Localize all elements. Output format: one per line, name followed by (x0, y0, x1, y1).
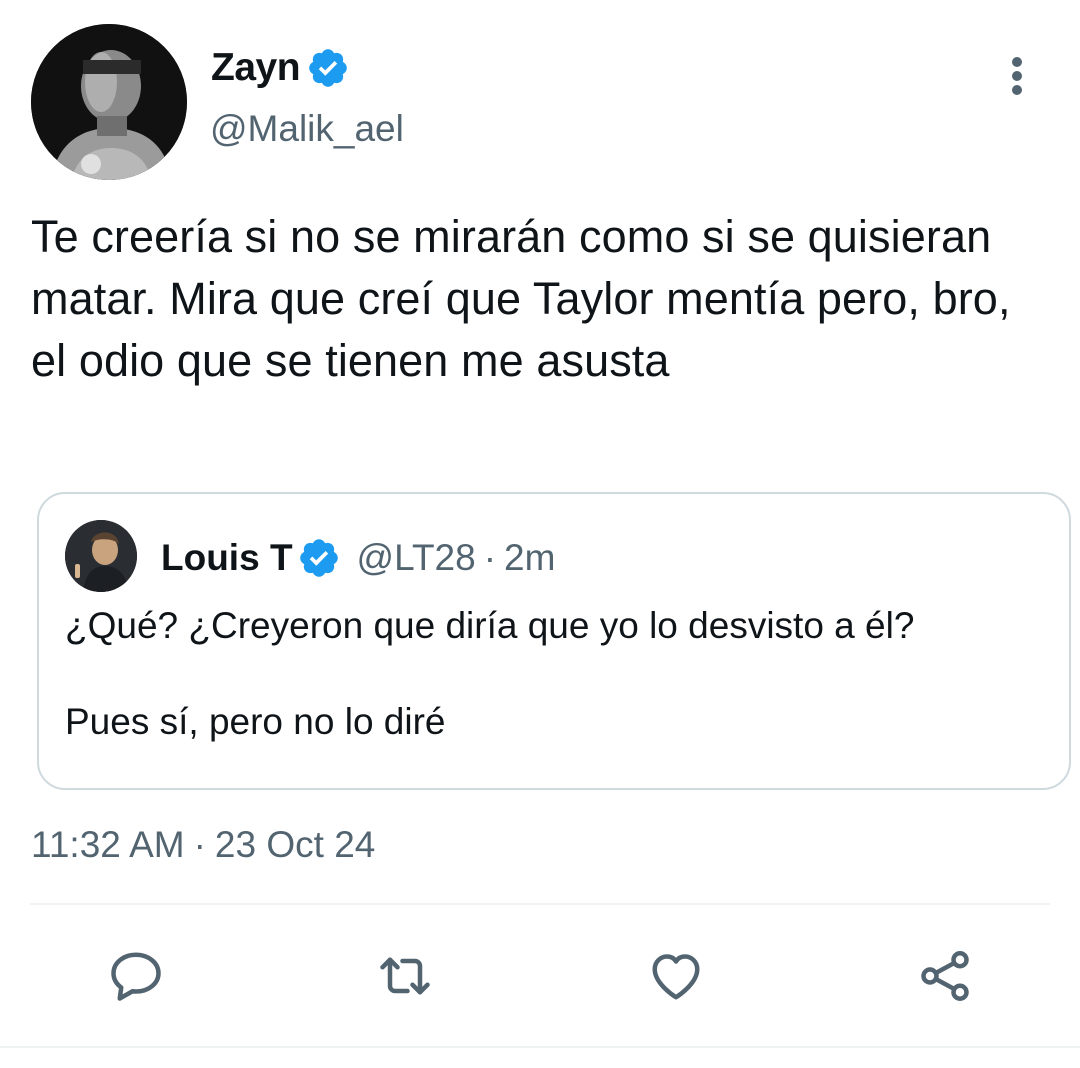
author-avatar[interactable] (31, 24, 187, 180)
comment-icon (111, 952, 161, 1001)
author-display-name[interactable]: Zayn (211, 46, 301, 90)
like-button[interactable] (640, 940, 712, 1012)
more-vertical-icon (1012, 57, 1022, 95)
quoted-timestamp: 2m (504, 537, 556, 578)
avatar-photo-icon (31, 24, 187, 180)
avatar-photo-icon (65, 520, 137, 592)
quoted-author-row: Louis T @LT28 · 2m (161, 532, 555, 584)
more-options-button[interactable] (996, 52, 1038, 100)
author-name-row[interactable]: Zayn (211, 40, 350, 96)
quoted-handle: @LT28 (356, 537, 476, 578)
tweet-time: 11:32 AM (31, 824, 185, 865)
meta-separator: · (193, 824, 206, 865)
retweet-icon (380, 957, 430, 995)
quoted-paragraph: ¿Qué? ¿Creyeron que diría que yo lo desv… (65, 605, 915, 646)
quoted-tweet-text: ¿Qué? ¿Creyeron que diría que yo lo desv… (65, 602, 1045, 746)
quoted-author-avatar (65, 520, 137, 592)
quoted-paragraph: Pues sí, pero no lo diré (65, 701, 446, 742)
quoted-separator: · (483, 537, 497, 578)
tweet-date: 23 Oct 24 (214, 824, 376, 865)
tweet-detail: Zayn @Malik_ael Te creería si no se mira… (0, 0, 1080, 1068)
reply-button[interactable] (100, 940, 172, 1012)
tweet-timestamp[interactable]: 11:32 AM · 23 Oct 24 (31, 824, 375, 866)
share-button[interactable] (909, 940, 981, 1012)
divider (0, 1046, 1080, 1048)
quoted-tweet-card[interactable]: Louis T @LT28 · 2m ¿Qué? ¿Creyeron que d… (37, 492, 1071, 790)
heart-icon (652, 954, 700, 1000)
divider (30, 903, 1050, 905)
verified-badge-icon (309, 49, 347, 87)
retweet-button[interactable] (369, 940, 441, 1012)
tweet-text: Te creería si no se mirarán como si se q… (31, 211, 1011, 386)
share-icon (921, 951, 969, 1001)
verified-badge-icon (299, 539, 338, 577)
quoted-display-name: Louis T (161, 537, 293, 578)
author-handle[interactable]: @Malik_ael (210, 108, 404, 150)
